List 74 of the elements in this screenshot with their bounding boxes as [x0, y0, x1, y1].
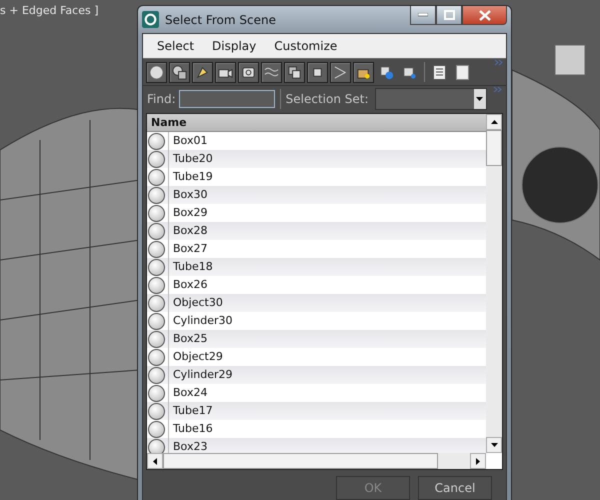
horizontal-scrollbar[interactable]	[147, 453, 486, 469]
scroll-thumb[interactable]	[486, 130, 502, 166]
object-row[interactable]: Object30	[147, 294, 486, 312]
close-button[interactable]	[462, 6, 507, 25]
sphere-icon	[149, 64, 164, 80]
menu-item[interactable]: Display	[204, 37, 264, 55]
scroll-up-button[interactable]	[486, 114, 502, 130]
sphere-icon	[148, 438, 165, 453]
scroll-down-button[interactable]	[486, 437, 502, 453]
minimize-icon	[418, 13, 428, 17]
hidden-box-icon	[402, 64, 417, 80]
filter-toggle-button[interactable]	[330, 62, 351, 82]
app-logo-icon	[142, 11, 159, 28]
sphere-icon	[148, 240, 165, 258]
object-row[interactable]: Box28	[147, 222, 486, 240]
sphere-icon	[148, 312, 165, 330]
filter-toggle-button[interactable]	[215, 62, 236, 82]
filter-toggle-button[interactable]	[238, 62, 259, 82]
window-title: Select From Scene	[165, 12, 277, 26]
find-field[interactable]	[178, 90, 275, 108]
selection-set-dropdown[interactable]	[374, 88, 487, 110]
left-arrow-icon	[153, 458, 157, 464]
object-row[interactable]: Tube18	[147, 258, 486, 276]
object-row[interactable]: Cylinder29	[147, 366, 486, 384]
sphere-icon	[148, 402, 165, 420]
right-arrow-icon	[476, 458, 480, 464]
name-column-header[interactable]: Name	[147, 114, 486, 132]
object-row[interactable]: Box25	[147, 330, 486, 348]
filter-toggle-button[interactable]	[307, 62, 328, 82]
menu-item[interactable]: Customize	[266, 37, 346, 55]
filter-toggle-button[interactable]	[284, 62, 305, 82]
scroll-left-button[interactable]	[147, 453, 163, 469]
object-row[interactable]: Box30	[147, 186, 486, 204]
viewport-label: s + Edged Faces ]	[0, 4, 98, 17]
vertical-scrollbar[interactable]	[486, 114, 502, 453]
minimize-button[interactable]	[410, 6, 436, 25]
maximize-icon	[444, 10, 454, 20]
shapes-icon	[172, 64, 187, 80]
object-row[interactable]: Tube17	[147, 402, 486, 420]
sphere-icon	[148, 366, 165, 384]
selection-set-label: Selection Set:	[286, 92, 369, 106]
sphere-icon	[148, 330, 165, 348]
caret-icon	[476, 96, 484, 100]
maximize-button[interactable]	[436, 6, 462, 25]
object-row[interactable]: Box23	[147, 438, 486, 453]
filter-toggle-button[interactable]	[192, 62, 213, 82]
sphere-icon	[148, 204, 165, 222]
scroll-thumb[interactable]	[163, 453, 438, 469]
sphere-icon	[148, 258, 165, 276]
sphere-icon	[148, 186, 165, 204]
sphere-icon	[148, 420, 165, 438]
sphere-icon	[148, 294, 165, 312]
filter-toggle-button[interactable]	[353, 62, 374, 82]
sphere-icon	[148, 168, 165, 186]
filter-toggle-button[interactable]	[261, 62, 282, 82]
list-icon	[433, 64, 446, 80]
filter-toggle-button[interactable]	[146, 62, 167, 82]
sphere-icon	[148, 132, 165, 150]
sphere-icon	[148, 222, 165, 240]
page-icon	[456, 64, 469, 80]
sphere-icon	[148, 150, 165, 168]
close-icon	[478, 10, 490, 20]
up-arrow-icon	[490, 120, 498, 124]
filter-toggle-button[interactable]	[169, 62, 190, 82]
object-row[interactable]: Tube20	[147, 150, 486, 168]
find-label: Find:	[147, 92, 176, 106]
sphere-icon	[148, 348, 165, 366]
menu-item[interactable]: Select	[149, 37, 202, 55]
scroll-right-button[interactable]	[470, 453, 486, 469]
sphere-icon	[148, 276, 165, 294]
down-arrow-icon	[490, 443, 498, 447]
sphere-icon	[148, 384, 165, 402]
group-icon	[287, 64, 302, 80]
dialog-button[interactable]: Cancel	[418, 476, 492, 500]
